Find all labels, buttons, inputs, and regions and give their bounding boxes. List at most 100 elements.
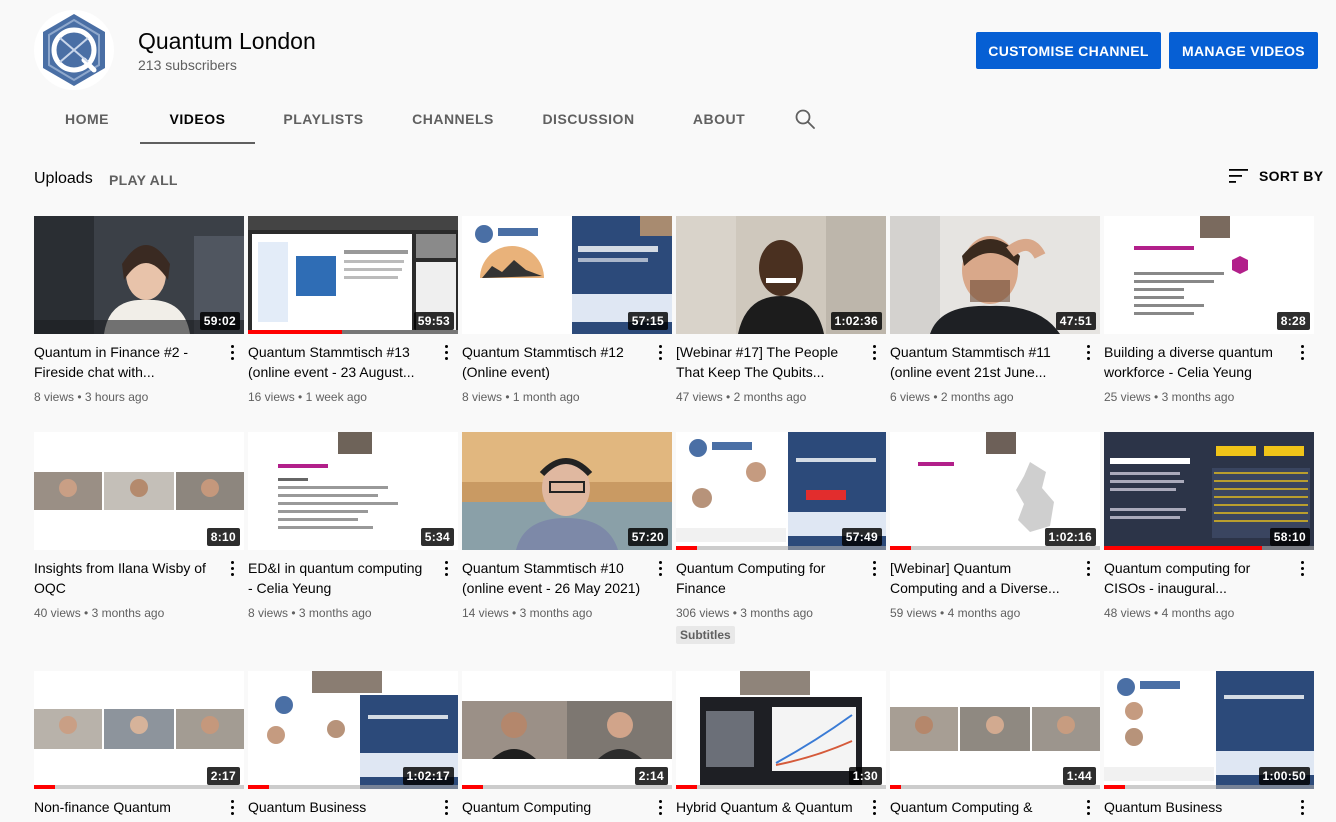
video-duration: 1:02:16 <box>1044 528 1096 546</box>
video-title[interactable]: [Webinar #17] The People That Keep The Q… <box>676 342 856 382</box>
video-title[interactable]: Insights from Ilana Wisby of OQC <box>34 558 214 598</box>
video-menu-button[interactable] <box>1082 340 1094 364</box>
video-menu-button[interactable] <box>1082 795 1094 819</box>
video-title[interactable]: Quantum Computing <box>462 797 642 817</box>
search-icon <box>795 109 815 129</box>
watch-progress <box>34 785 55 789</box>
video-thumbnail[interactable]: 57:15 <box>462 216 672 334</box>
video-thumbnail[interactable]: 8:28 <box>1104 216 1314 334</box>
video-thumbnail[interactable]: 58:10 <box>1104 432 1314 550</box>
play-all-button[interactable]: PLAY ALL <box>109 172 178 188</box>
video-thumbnail[interactable]: 1:02:36 <box>676 216 886 334</box>
video-title[interactable]: Quantum Stammtisch #10 (online event - 2… <box>462 558 642 598</box>
video-thumbnail[interactable]: 5:34 <box>248 432 458 550</box>
video-thumbnail[interactable]: 1:00:50 <box>1104 671 1314 789</box>
video-title[interactable]: Hybrid Quantum & Quantum <box>676 797 856 817</box>
video-thumbnail[interactable]: 2:17 <box>34 671 244 789</box>
video-duration: 1:30 <box>848 767 882 785</box>
video-menu-button[interactable] <box>1082 556 1094 580</box>
video-duration: 58:10 <box>1269 528 1310 546</box>
video-duration: 59:02 <box>199 312 240 330</box>
video-title[interactable]: Quantum Business <box>248 797 428 817</box>
video-thumbnail[interactable]: 1:02:17 <box>248 671 458 789</box>
tab-home[interactable]: HOME <box>34 96 140 145</box>
tab-playlists[interactable]: PLAYLISTS <box>255 96 392 145</box>
video-title[interactable]: Quantum Stammtisch #11 (online event 21s… <box>890 342 1070 382</box>
video-menu-button[interactable] <box>654 556 666 580</box>
video-title[interactable]: [Webinar] Quantum Computing and a Divers… <box>890 558 1070 598</box>
video-menu-button[interactable] <box>1296 340 1308 364</box>
video-thumbnail[interactable]: 1:30 <box>676 671 886 789</box>
video-thumbnail[interactable]: 57:20 <box>462 432 672 550</box>
video-duration: 47:51 <box>1055 312 1096 330</box>
channel-logo-icon <box>43 14 105 86</box>
uploads-label: Uploads <box>34 170 93 187</box>
video-thumbnail[interactable]: 1:02:16 <box>890 432 1100 550</box>
progress-track <box>34 785 244 789</box>
progress-track <box>676 785 886 789</box>
video-menu-button[interactable] <box>440 556 452 580</box>
watch-progress <box>676 546 697 550</box>
video-menu-button[interactable] <box>654 795 666 819</box>
video-menu-button[interactable] <box>868 556 880 580</box>
video-thumbnail[interactable]: 2:14 <box>462 671 672 789</box>
video-thumbnail[interactable]: 47:51 <box>890 216 1100 334</box>
video-title[interactable]: Non-finance Quantum <box>34 797 214 817</box>
video-menu-button[interactable] <box>226 340 238 364</box>
video-thumbnail[interactable]: 8:10 <box>34 432 244 550</box>
video-title[interactable]: Quantum Business <box>1104 797 1284 817</box>
video-menu-button[interactable] <box>226 556 238 580</box>
watch-progress <box>676 785 697 789</box>
video-meta: 8 views • 3 hours ago <box>34 390 149 404</box>
watch-progress <box>890 546 911 550</box>
tab-about[interactable]: ABOUT <box>663 96 775 145</box>
video-menu-button[interactable] <box>1296 795 1308 819</box>
video-title[interactable]: Quantum in Finance #2 - Fireside chat wi… <box>34 342 214 382</box>
video-duration: 57:15 <box>627 312 668 330</box>
video-meta: 8 views • 1 month ago <box>462 390 580 404</box>
video-menu-button[interactable] <box>226 795 238 819</box>
video-title[interactable]: ED&I in quantum computing - Celia Yeung <box>248 558 428 598</box>
video-duration: 8:28 <box>1276 312 1310 330</box>
video-duration: 1:44 <box>1062 767 1096 785</box>
video-meta: 306 views • 3 months ago <box>676 606 813 620</box>
video-title[interactable]: Quantum computing for CISOs - inaugural.… <box>1104 558 1284 598</box>
video-title[interactable]: Quantum Stammtisch #13 (online event - 2… <box>248 342 428 382</box>
sort-by-button[interactable]: SORT BY <box>1229 168 1323 184</box>
video-meta: 40 views • 3 months ago <box>34 606 165 620</box>
video-thumbnail[interactable]: 57:49 <box>676 432 886 550</box>
channel-search-button[interactable] <box>775 96 835 142</box>
video-meta: 25 views • 3 months ago <box>1104 390 1235 404</box>
videos-content: Uploads PLAY ALL SORT BY 59:02 Quantum i… <box>0 144 1336 822</box>
video-menu-button[interactable] <box>868 340 880 364</box>
video-menu-button[interactable] <box>1296 556 1308 580</box>
video-title[interactable]: Quantum Computing for Finance <box>676 558 856 598</box>
video-meta: 14 views • 3 months ago <box>462 606 593 620</box>
tab-channels[interactable]: CHANNELS <box>392 96 514 145</box>
video-meta: 8 views • 3 months ago <box>248 606 372 620</box>
video-meta: 59 views • 4 months ago <box>890 606 1021 620</box>
progress-track <box>1104 785 1314 789</box>
video-thumbnail[interactable]: 1:44 <box>890 671 1100 789</box>
video-thumbnail[interactable]: 59:53 <box>248 216 458 334</box>
video-duration: 8:10 <box>206 528 240 546</box>
watch-progress <box>462 785 483 789</box>
video-duration: 57:20 <box>627 528 668 546</box>
video-title[interactable]: Quantum Computing & <box>890 797 1070 817</box>
tab-videos[interactable]: VIDEOS <box>140 96 255 145</box>
tab-discussion[interactable]: DISCUSSION <box>514 96 663 145</box>
customise-channel-button[interactable]: CUSTOMISE CHANNEL <box>976 32 1161 69</box>
channel-avatar[interactable] <box>34 10 114 90</box>
video-menu-button[interactable] <box>868 795 880 819</box>
video-menu-button[interactable] <box>654 340 666 364</box>
channel-name: Quantum London <box>138 28 316 54</box>
progress-track <box>248 785 458 789</box>
channel-header: Quantum London 213 subscribers CUSTOMISE… <box>0 0 1336 145</box>
video-menu-button[interactable] <box>440 340 452 364</box>
video-thumbnail[interactable]: 59:02 <box>34 216 244 334</box>
manage-videos-button[interactable]: MANAGE VIDEOS <box>1169 32 1318 69</box>
video-title[interactable]: Building a diverse quantum workforce - C… <box>1104 342 1284 382</box>
video-title[interactable]: Quantum Stammtisch #12 (Online event) <box>462 342 642 382</box>
sort-by-label: SORT BY <box>1259 168 1324 184</box>
video-menu-button[interactable] <box>440 795 452 819</box>
